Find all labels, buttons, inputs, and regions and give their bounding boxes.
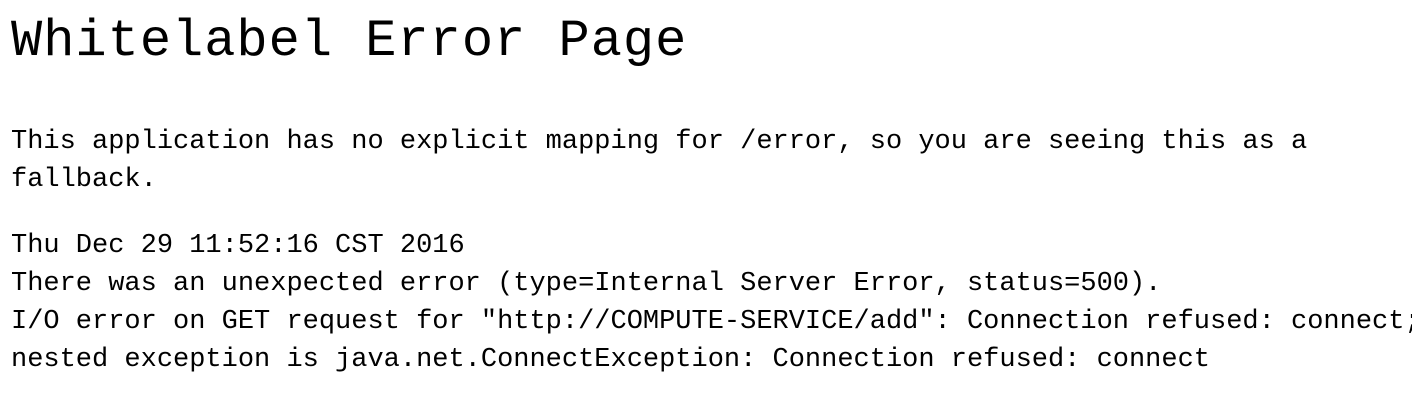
timestamp-text: Thu Dec 29 11:52:16 CST 2016 xyxy=(11,231,465,261)
error-summary-text: There was an unexpected error (type=Inte… xyxy=(11,269,1162,299)
error-page: Whitelabel Error Page This application h… xyxy=(0,0,1412,401)
error-details: Thu Dec 29 11:52:16 CST 2016 There was a… xyxy=(11,227,1412,379)
error-detail-line-2: nested exception is java.net.ConnectExce… xyxy=(11,345,1210,375)
page-title: Whitelabel Error Page xyxy=(11,12,688,71)
fallback-message: This application has no explicit mapping… xyxy=(11,127,1308,195)
error-detail-line-1: I/O error on GET request for "http://COM… xyxy=(11,307,1412,337)
